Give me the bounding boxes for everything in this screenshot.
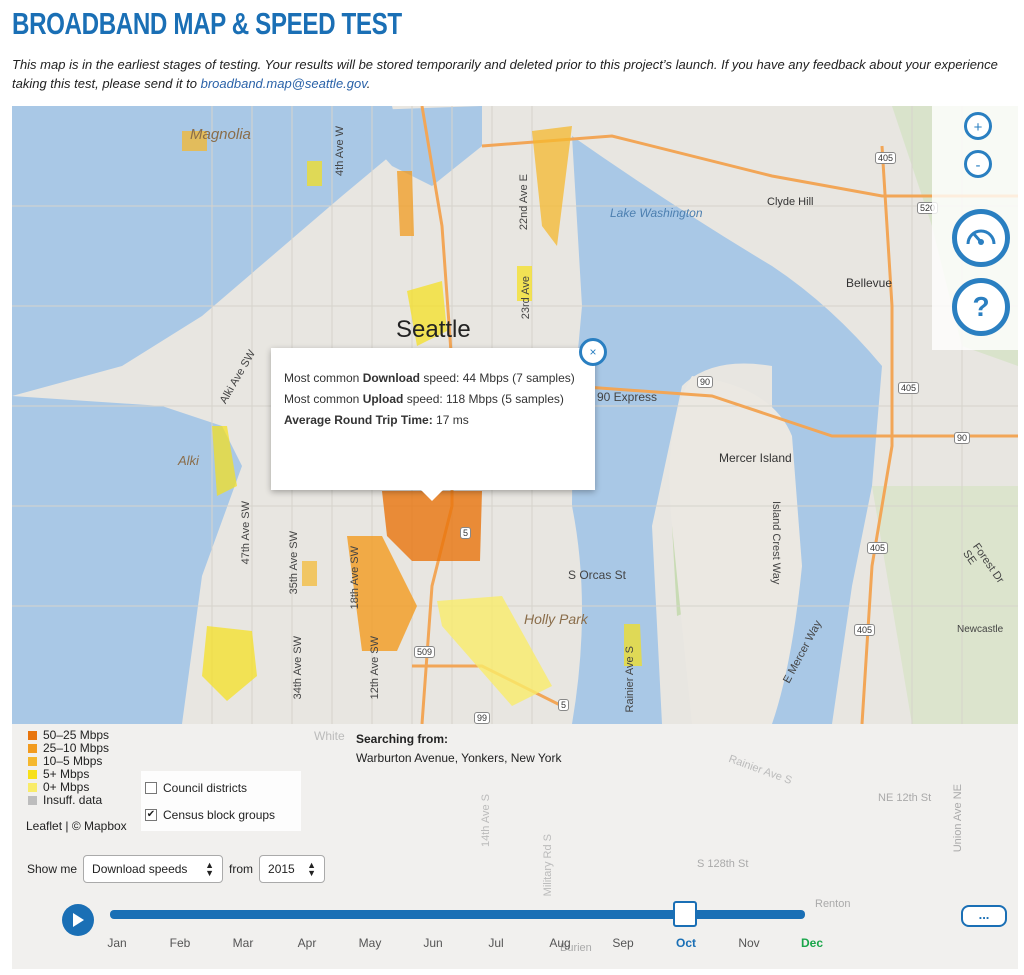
label-renton: Renton: [815, 898, 851, 910]
shield-90-west: 90: [697, 376, 714, 388]
label-23rd-ave: 23rd Ave: [520, 276, 532, 320]
legend-item: Insuff. data: [24, 794, 148, 807]
label-magnolia: Magnolia: [190, 126, 251, 143]
month-label[interactable]: Apr: [298, 936, 317, 950]
label-ne-12th-st: NE 12th St: [878, 792, 932, 804]
legend-swatch: [28, 796, 37, 805]
label-4th-ave-w: 4th Ave W: [334, 126, 346, 176]
popup-upload: Most common Upload speed: 118 Mbps (5 sa…: [284, 392, 564, 406]
month-label[interactable]: Feb: [170, 936, 191, 950]
month-label[interactable]: Aug: [549, 936, 570, 950]
intro-end: .: [366, 76, 371, 91]
label-alki: Alki: [178, 453, 199, 468]
popup-close-button[interactable]: ×: [579, 338, 607, 366]
timeline-months: Jan Feb Mar Apr May Jun Jul Aug Sep Oct …: [0, 936, 1024, 952]
layer-toggles: Council districts ✔ Census block groups: [141, 771, 301, 831]
play-icon: [73, 913, 84, 927]
label-white: White: [314, 729, 345, 743]
label-clyde-hill: Clyde Hill: [767, 196, 814, 208]
help-icon: ?: [972, 291, 990, 322]
select-arrows-icon: ▲ ▼: [205, 860, 215, 878]
council-districts-toggle[interactable]: Council districts: [145, 781, 247, 795]
label-mercer-island: Mercer Island: [719, 451, 792, 465]
label-34th-ave-sw: 34th Ave SW: [292, 636, 304, 700]
label-47th-ave-sw: 47th Ave SW: [240, 501, 252, 565]
popup-rtt: Average Round Trip Time: 17 ms: [284, 413, 469, 427]
popup-tip: [420, 489, 444, 501]
label-lower-rainier: Rainier Ave S: [726, 752, 794, 788]
label-military-rd-s: Military Rd S: [542, 834, 554, 897]
label-s-128th-st: S 128th St: [697, 858, 749, 870]
legend-swatch: [28, 783, 37, 792]
shield-509: 509: [414, 646, 436, 658]
label-22nd-ave-e: 22nd Ave E: [518, 174, 530, 231]
month-label-current[interactable]: Dec: [801, 936, 823, 950]
label-i90-express: 90 Express: [597, 390, 658, 404]
searching-location: Warburton Avenue, Yonkers, New York: [356, 751, 562, 765]
label-newcastle: Newcastle: [957, 624, 1004, 635]
month-label[interactable]: Mar: [233, 936, 254, 950]
help-button[interactable]: ?: [952, 278, 1010, 336]
timeline-slider[interactable]: [110, 910, 805, 919]
label-bellevue: Bellevue: [846, 276, 893, 290]
month-label[interactable]: May: [359, 936, 382, 950]
popup-download: Most common Download speed: 44 Mbps (7 s…: [284, 371, 575, 385]
metric-select[interactable]: Download speeds ▲ ▼: [83, 855, 224, 883]
label-18th-ave-sw: 18th Ave SW: [349, 546, 361, 610]
year-select[interactable]: 2015 ▲ ▼: [259, 855, 326, 883]
show-me-label: Show me: [27, 862, 78, 876]
timeline-thumb[interactable]: [673, 901, 697, 927]
legend-swatch: [28, 731, 37, 740]
month-label[interactable]: Jan: [107, 936, 126, 950]
searching-label: Searching from:: [356, 732, 449, 746]
select-arrows-icon: ▲ ▼: [307, 860, 317, 878]
label-14th-ave-s: 14th Ave S: [480, 794, 492, 848]
page-title: BROADBAND MAP & SPEED TEST: [12, 6, 402, 41]
speed-legend: 50–25 Mbps 25–10 Mbps 10–5 Mbps 5+ Mbps …: [24, 729, 148, 807]
filter-controls: Show me Download speeds ▲ ▼ from 2015 ▲ ▼: [27, 855, 326, 883]
label-35th-ave-sw: 35th Ave SW: [288, 531, 300, 595]
label-seattle: Seattle: [396, 316, 471, 343]
play-button[interactable]: [62, 904, 94, 936]
shield-i5-south: 5: [558, 699, 570, 711]
zoom-out-button[interactable]: -: [964, 150, 992, 178]
speed-test-button[interactable]: [952, 209, 1010, 267]
map-popup: Most common Download speed: 44 Mbps (7 s…: [271, 348, 595, 490]
feedback-email-link[interactable]: broadband.map@seattle.gov: [201, 76, 367, 91]
month-label[interactable]: Sep: [612, 936, 633, 950]
label-12th-ave-sw: 12th Ave SW: [369, 636, 381, 700]
month-label[interactable]: Jun: [423, 936, 442, 950]
shield-405-mid: 405: [898, 382, 920, 394]
month-label-selected[interactable]: Oct: [676, 936, 696, 950]
shield-405-south: 405: [867, 542, 889, 554]
census-block-groups-checkbox[interactable]: ✔: [145, 809, 157, 821]
label-holly-park: Holly Park: [524, 611, 588, 627]
more-button[interactable]: ...: [961, 905, 1007, 927]
intro-body: This map is in the earliest stages of te…: [12, 57, 998, 91]
month-label[interactable]: Nov: [738, 936, 759, 950]
speedometer-icon: [966, 229, 996, 245]
council-districts-checkbox[interactable]: [145, 782, 157, 794]
shield-405-north: 405: [875, 152, 897, 164]
label-island-crest-way: Island Crest Way: [770, 501, 782, 585]
map-attribution[interactable]: Leaflet | © Mapbox: [26, 819, 127, 833]
intro-text: This map is in the earliest stages of te…: [12, 55, 1012, 93]
legend-swatch: [28, 744, 37, 753]
legend-swatch: [28, 757, 37, 766]
shield-405-lower: 405: [854, 624, 876, 636]
label-union-ave-ne: Union Ave NE: [952, 784, 964, 853]
label-lake-washington: Lake Washington: [610, 206, 703, 220]
label-rainier-ave-s: Rainier Ave S: [624, 646, 636, 713]
legend-swatch: [28, 770, 37, 779]
shield-99: 99: [474, 712, 491, 724]
shield-90-east: 90: [954, 432, 971, 444]
zoom-in-button[interactable]: +: [964, 112, 992, 140]
searching-from: Searching from: Warburton Avenue, Yonker…: [356, 730, 561, 768]
label-s-orcas-st: S Orcas St: [568, 568, 627, 582]
shield-i5-north: 5: [460, 527, 472, 539]
month-label[interactable]: Jul: [488, 936, 503, 950]
from-label: from: [229, 862, 254, 876]
census-block-groups-toggle[interactable]: ✔ Census block groups: [145, 808, 275, 822]
